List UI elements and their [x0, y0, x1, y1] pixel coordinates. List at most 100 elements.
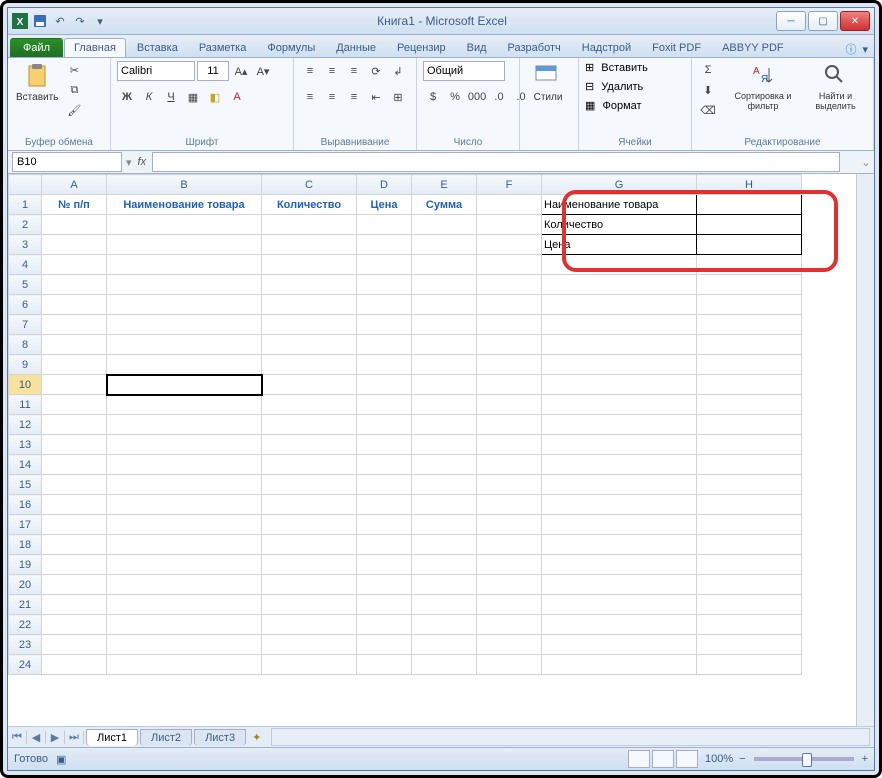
- cell[interactable]: [697, 215, 802, 235]
- cell[interactable]: [697, 575, 802, 595]
- format-painter-icon[interactable]: 🖌: [64, 100, 84, 120]
- row-header[interactable]: 19: [9, 555, 42, 575]
- cell[interactable]: [412, 515, 477, 535]
- percent-icon[interactable]: %: [445, 87, 465, 107]
- cell[interactable]: [42, 435, 107, 455]
- cell[interactable]: Цена: [542, 235, 697, 255]
- col-header[interactable]: B: [107, 175, 262, 195]
- tab-abbyy[interactable]: ABBYY PDF: [712, 38, 794, 57]
- cell[interactable]: [42, 275, 107, 295]
- cell[interactable]: [697, 235, 802, 255]
- cell[interactable]: [262, 435, 357, 455]
- row-header[interactable]: 20: [9, 575, 42, 595]
- cell[interactable]: [477, 415, 542, 435]
- cell[interactable]: [357, 335, 412, 355]
- cell[interactable]: [477, 335, 542, 355]
- col-header[interactable]: G: [542, 175, 697, 195]
- cell[interactable]: [357, 395, 412, 415]
- align-right-icon[interactable]: ≡: [344, 87, 364, 107]
- cell[interactable]: [42, 335, 107, 355]
- tab-review[interactable]: Рецензир: [387, 38, 456, 57]
- cell[interactable]: [42, 215, 107, 235]
- styles-button[interactable]: Стили: [526, 60, 570, 105]
- cell[interactable]: [42, 515, 107, 535]
- cell[interactable]: [412, 455, 477, 475]
- cell[interactable]: [542, 495, 697, 515]
- cell[interactable]: [42, 595, 107, 615]
- cell[interactable]: [477, 455, 542, 475]
- row-header[interactable]: 13: [9, 435, 42, 455]
- font-size-select[interactable]: 11: [197, 61, 229, 81]
- orientation-icon[interactable]: ⟳: [366, 61, 386, 81]
- sort-filter-button[interactable]: АЯ Сортировка и фильтр: [726, 60, 800, 114]
- row-header[interactable]: 4: [9, 255, 42, 275]
- cell[interactable]: [697, 635, 802, 655]
- align-mid-icon[interactable]: ≡: [322, 61, 342, 81]
- cell[interactable]: [42, 615, 107, 635]
- cell[interactable]: [697, 395, 802, 415]
- cell[interactable]: [107, 435, 262, 455]
- cells-insert-button[interactable]: ⊞ Вставить: [585, 61, 648, 74]
- cell[interactable]: [542, 555, 697, 575]
- cell[interactable]: [542, 315, 697, 335]
- cell[interactable]: [42, 355, 107, 375]
- cell[interactable]: [477, 255, 542, 275]
- row-header[interactable]: 17: [9, 515, 42, 535]
- cell[interactable]: [42, 295, 107, 315]
- help-icon[interactable]: ⓘ: [845, 41, 856, 57]
- align-left-icon[interactable]: ≡: [300, 87, 320, 107]
- cell[interactable]: [107, 555, 262, 575]
- cell[interactable]: [542, 415, 697, 435]
- zoom-out-icon[interactable]: −: [739, 753, 745, 765]
- row-header[interactable]: 22: [9, 615, 42, 635]
- cell[interactable]: [542, 295, 697, 315]
- cell[interactable]: [357, 255, 412, 275]
- tab-file[interactable]: Файл: [10, 38, 63, 57]
- cell[interactable]: [262, 295, 357, 315]
- indent-dec-icon[interactable]: ⇤: [366, 87, 386, 107]
- cell[interactable]: [542, 335, 697, 355]
- cell[interactable]: [262, 395, 357, 415]
- cell[interactable]: [542, 575, 697, 595]
- cell[interactable]: [542, 655, 697, 675]
- cell[interactable]: [412, 535, 477, 555]
- cell[interactable]: Наименование товара: [107, 195, 262, 215]
- cell[interactable]: [107, 215, 262, 235]
- cell[interactable]: [542, 475, 697, 495]
- row-header[interactable]: 23: [9, 635, 42, 655]
- worksheet-grid[interactable]: ABCDEFGH1№ п/пНаименование товараКоличес…: [8, 174, 856, 726]
- minimize-button[interactable]: ─: [776, 11, 806, 31]
- cell[interactable]: [107, 415, 262, 435]
- cut-icon[interactable]: ✂: [64, 60, 84, 80]
- cell[interactable]: [357, 615, 412, 635]
- cell[interactable]: [477, 575, 542, 595]
- cell[interactable]: [262, 275, 357, 295]
- cell[interactable]: [477, 495, 542, 515]
- cell[interactable]: [357, 635, 412, 655]
- row-header[interactable]: 12: [9, 415, 42, 435]
- cell[interactable]: [262, 355, 357, 375]
- tab-layout[interactable]: Разметка: [189, 38, 257, 57]
- view-layout-icon[interactable]: [652, 750, 674, 768]
- row-header[interactable]: 5: [9, 275, 42, 295]
- col-header[interactable]: C: [262, 175, 357, 195]
- cell[interactable]: [477, 295, 542, 315]
- cell[interactable]: [697, 275, 802, 295]
- shrink-font-icon[interactable]: A▾: [253, 61, 273, 81]
- cell[interactable]: [697, 515, 802, 535]
- vertical-scrollbar[interactable]: [856, 174, 874, 726]
- cell[interactable]: [357, 475, 412, 495]
- cell[interactable]: [542, 595, 697, 615]
- cell[interactable]: [262, 335, 357, 355]
- sheet-nav-prev-icon[interactable]: ◀: [27, 731, 46, 744]
- cell[interactable]: [107, 495, 262, 515]
- cell[interactable]: [262, 615, 357, 635]
- cell[interactable]: Количество: [542, 215, 697, 235]
- cell[interactable]: [542, 515, 697, 535]
- cell[interactable]: [477, 375, 542, 395]
- formula-expand-icon[interactable]: ⌄: [858, 156, 874, 169]
- cell[interactable]: [542, 355, 697, 375]
- row-header[interactable]: 1: [9, 195, 42, 215]
- cell[interactable]: [107, 315, 262, 335]
- qat-more-icon[interactable]: ▾: [92, 13, 108, 29]
